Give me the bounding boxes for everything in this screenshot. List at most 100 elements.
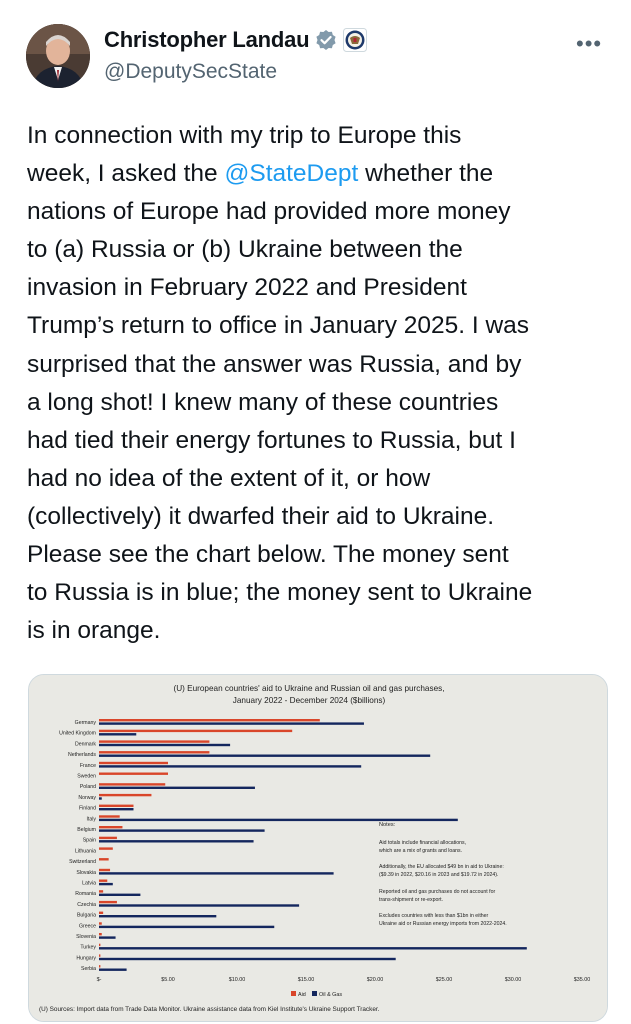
note-text: Ukraine aid or Russian energy imports fr… — [379, 921, 507, 927]
bar-aid — [99, 879, 108, 882]
tweet-line: nations of Europe had provided more mone… — [27, 198, 511, 226]
bar-oil-gas — [99, 925, 275, 929]
bar-aid — [99, 761, 168, 765]
chart-title: (U) European countries' aid to Ukraine a… — [174, 684, 445, 693]
category-label: Lithuania — [75, 848, 96, 854]
bar-aid — [99, 804, 134, 807]
bar-aid — [99, 719, 320, 722]
category-label: Norway — [78, 795, 96, 801]
mention-link[interactable]: @StateDept — [224, 160, 358, 187]
category-label: Finland — [79, 806, 96, 812]
bar-oil-gas — [99, 957, 396, 961]
legend-swatch-oil-gas — [312, 991, 317, 996]
category-label: Serbia — [81, 966, 96, 972]
bar-chart: (U) European countries' aid to Ukraine a… — [29, 675, 607, 1021]
note-text: Aid totals include financial allocations… — [379, 840, 466, 846]
author-handle[interactable]: @DeputySecState — [104, 60, 277, 84]
x-tick-label: $15.00 — [298, 977, 315, 983]
bar-oil-gas — [99, 754, 431, 757]
bar-aid — [99, 954, 101, 957]
bar-aid — [99, 836, 117, 840]
category-label: Slovakia — [76, 870, 96, 876]
category-label: Belgium — [77, 827, 96, 833]
avatar[interactable] — [26, 24, 90, 88]
bar-aid — [99, 772, 168, 775]
tweet-line: a long shot! I knew many of these countr… — [27, 388, 499, 416]
state-dept-seal-icon[interactable] — [343, 28, 368, 52]
tweet-line: had tied their energy fortunes to Russia… — [27, 426, 516, 454]
bar-oil-gas — [99, 722, 364, 725]
category-label: Czechia — [77, 902, 96, 908]
x-tick-label: $25.00 — [436, 977, 453, 983]
category-label: Italy — [86, 816, 96, 822]
category-label: Romania — [75, 891, 96, 897]
category-label: Spain — [83, 838, 96, 844]
category-label: Latvia — [82, 881, 96, 887]
tweet-line: invasion in February 2022 and President — [27, 274, 467, 302]
tweet-text: In connection with my trip to Europe thi… — [27, 117, 612, 650]
bar-aid — [99, 847, 113, 850]
category-label: Hungary — [76, 955, 96, 961]
bar-aid — [99, 911, 104, 914]
bar-oil-gas — [99, 904, 300, 907]
tweet-media-image[interactable]: (U) European countries' aid to Ukraine a… — [28, 674, 608, 1022]
notes-heading: Notes: — [379, 822, 396, 828]
note-text: which are a mix of grants and loans. — [379, 848, 462, 854]
bar-aid — [99, 933, 102, 936]
bar-aid — [99, 751, 210, 754]
gray-check-badge-icon[interactable] — [315, 29, 337, 51]
bar-oil-gas — [99, 872, 334, 875]
category-label: Netherlands — [68, 752, 96, 758]
bar-aid — [99, 815, 120, 818]
author-name[interactable]: Christopher Landau — [104, 27, 310, 53]
legend-label: Oil & Gas — [319, 992, 342, 998]
avatar-image — [26, 24, 90, 88]
x-tick-label: $10.00 — [229, 977, 246, 983]
x-tick-label: $30.00 — [505, 977, 522, 983]
bar-oil-gas — [99, 947, 527, 950]
tweet-line: had no idea of the extent of it, or how — [27, 464, 431, 492]
note-text: Reported oil and gas purchases do not ac… — [379, 889, 495, 895]
bar-oil-gas — [99, 968, 127, 971]
bar-oil-gas — [99, 818, 458, 822]
bar-oil-gas — [99, 797, 102, 800]
bar-oil-gas — [99, 936, 116, 939]
category-label: Germany — [75, 720, 97, 726]
category-label: Turkey — [80, 945, 96, 951]
x-tick-label: $- — [97, 977, 102, 983]
bar-aid — [99, 826, 123, 829]
tweet-text-fragment: week, I asked the — [27, 160, 225, 188]
bar-oil-gas — [99, 808, 134, 811]
chart-subtitle: January 2022 - December 2024 ($billions) — [233, 696, 386, 705]
bar-aid — [99, 922, 102, 925]
bar-oil-gas — [99, 733, 137, 736]
tweet-line: is in orange. — [27, 617, 161, 645]
bar-aid — [99, 740, 210, 743]
category-label: Denmark — [75, 741, 96, 747]
note-text: ($9.39 in 2022, $20.16 in 2023 and $19.7… — [379, 872, 498, 878]
x-tick-label: $5.00 — [161, 977, 175, 983]
tweet-line: to (a) Russia or (b) Ukraine between the — [27, 236, 463, 264]
tweet-line: surprised that the answer was Russia, an… — [27, 350, 522, 378]
tweet-text-fragment: whether the — [358, 160, 494, 188]
note-text: trans-shipment or re-export. — [379, 897, 443, 903]
more-dots-icon[interactable]: ••• — [576, 33, 602, 55]
bar-aid — [99, 900, 117, 904]
bar-oil-gas — [99, 743, 231, 747]
tweet-line: (collectively) it dwarfed their aid to U… — [27, 502, 495, 530]
bar-oil-gas — [99, 893, 141, 896]
bar-oil-gas — [99, 786, 255, 789]
tweet-line: Trump’s return to office in January 2025… — [27, 312, 530, 340]
author-row: Christopher Landau — [104, 27, 368, 53]
x-tick-label: $35.00 — [574, 977, 591, 983]
tweet-line: to Russia is in blue; the money sent to … — [27, 579, 533, 607]
bar-oil-gas — [99, 840, 254, 843]
legend-swatch-aid — [291, 991, 296, 996]
category-label: United Kingdom — [59, 731, 96, 737]
tweet-line: In connection with my trip to Europe thi… — [27, 122, 462, 149]
bar-oil-gas — [99, 765, 362, 768]
bar-aid — [99, 890, 104, 893]
category-label: Greece — [79, 923, 96, 929]
bar-aid — [99, 783, 166, 786]
note-text: Excludes countries with less than $1bn i… — [379, 913, 489, 919]
